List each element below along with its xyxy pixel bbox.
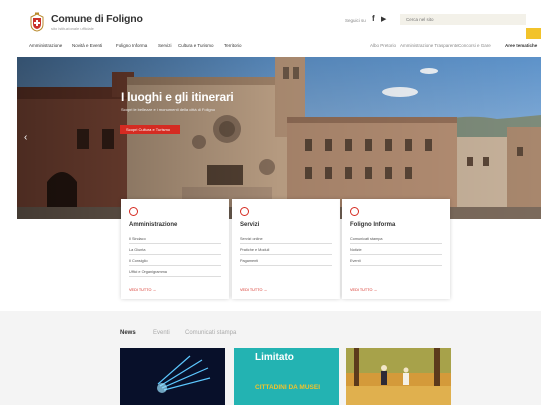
- card-see-all-link[interactable]: VEDI TUTTO →: [240, 288, 267, 292]
- tab-news[interactable]: News: [120, 330, 136, 336]
- hero-banner: I luoghi e gli itinerari Scopri le belle…: [17, 57, 541, 219]
- card-link-eventi[interactable]: Eventi: [350, 257, 442, 266]
- card-title: Servizi: [240, 222, 260, 228]
- main-navigation: Amministrazione Novità e Eventi Foligno …: [0, 43, 541, 53]
- thumbnail-title: Limitato: [255, 352, 294, 363]
- services-icon: [240, 207, 249, 216]
- nav-item-cultura-turismo[interactable]: Cultura e Turismo: [178, 43, 214, 48]
- follow-label: Seguici su: [345, 18, 366, 23]
- news-thumbnail-2[interactable]: Limitato CITTADINI DA MUSEI: [234, 348, 339, 405]
- autumn-park-image: [346, 348, 451, 405]
- nav-item-amministrazione[interactable]: Amministrazione: [29, 43, 62, 48]
- news-thumbnail-3[interactable]: [346, 348, 451, 405]
- card-title: Foligno Informa: [350, 222, 396, 228]
- nav-item-novita[interactable]: Novità e Eventi: [72, 43, 102, 48]
- card-link-sindaco[interactable]: Il Sindaco: [129, 235, 221, 244]
- light-show-image: [120, 348, 225, 405]
- carousel-prev-icon[interactable]: ‹: [24, 132, 27, 143]
- card-link-servizi-online[interactable]: Servizi online: [240, 235, 332, 244]
- facebook-icon[interactable]: f: [372, 14, 375, 23]
- building-icon: [129, 207, 138, 216]
- nav-item-territorio[interactable]: Territorio: [224, 43, 242, 48]
- card-link-giunta[interactable]: La Giunta: [129, 246, 221, 255]
- nav-item-foligno-informa[interactable]: Foligno Informa: [116, 43, 147, 48]
- search-box: [400, 14, 541, 39]
- hero-title: I luoghi e gli itinerari: [121, 90, 234, 104]
- card-servizi: Servizi Servizi online Pratiche e Moduli…: [232, 199, 340, 299]
- card-see-all-link[interactable]: VEDI TUTTO →: [129, 288, 156, 292]
- hero-photo: [17, 57, 541, 219]
- card-see-all-link[interactable]: VEDI TUTTO →: [350, 288, 377, 292]
- nav-item-servizi[interactable]: Servizi: [158, 43, 172, 48]
- youtube-icon[interactable]: ▶: [381, 15, 386, 23]
- tab-eventi[interactable]: Eventi: [153, 330, 170, 336]
- site-header: Comune di Foligno sito istituzionale uff…: [0, 0, 541, 40]
- site-subtitle: sito istituzionale ufficiale: [51, 26, 94, 31]
- city-crest-icon[interactable]: [29, 12, 45, 32]
- card-foligno-informa: Foligno Informa Comunicati stampa Notizi…: [342, 199, 450, 299]
- thumbnail-caption: CITTADINI DA MUSEI: [255, 384, 320, 391]
- hero-cta-button[interactable]: Scopri Cultura e Turismo: [120, 125, 180, 134]
- card-link-consiglio[interactable]: Il Consiglio: [129, 257, 221, 266]
- card-link-comunicati[interactable]: Comunicati stampa: [350, 235, 442, 244]
- card-link-pratiche[interactable]: Pratiche e Moduli: [240, 246, 332, 255]
- megaphone-icon: [350, 207, 359, 216]
- search-input[interactable]: [406, 14, 506, 25]
- card-link-uffici[interactable]: Uffici e Organigramma: [129, 268, 221, 277]
- nav-item-concorsi[interactable]: Concorsi e Gare: [458, 43, 491, 48]
- site-title[interactable]: Comune di Foligno: [51, 13, 143, 25]
- nav-item-trasparente[interactable]: Amministrazione Trasparente: [400, 43, 459, 48]
- card-title: Amministrazione: [129, 222, 178, 228]
- card-link-pagamenti[interactable]: Pagamenti: [240, 257, 332, 266]
- card-amministrazione: Amministrazione Il Sindaco La Giunta Il …: [121, 199, 229, 299]
- search-button[interactable]: [526, 28, 541, 39]
- tab-comunicati[interactable]: Comunicati stampa: [185, 330, 236, 336]
- news-thumbnail-1[interactable]: [120, 348, 225, 405]
- card-link-notizie[interactable]: Notizie: [350, 246, 442, 255]
- hero-subtitle: Scopri le bellezze e i monumenti della c…: [121, 107, 216, 112]
- nav-item-albo[interactable]: Albo Pretorio: [370, 43, 396, 48]
- nav-item-aree[interactable]: Aree tematiche: [505, 43, 537, 48]
